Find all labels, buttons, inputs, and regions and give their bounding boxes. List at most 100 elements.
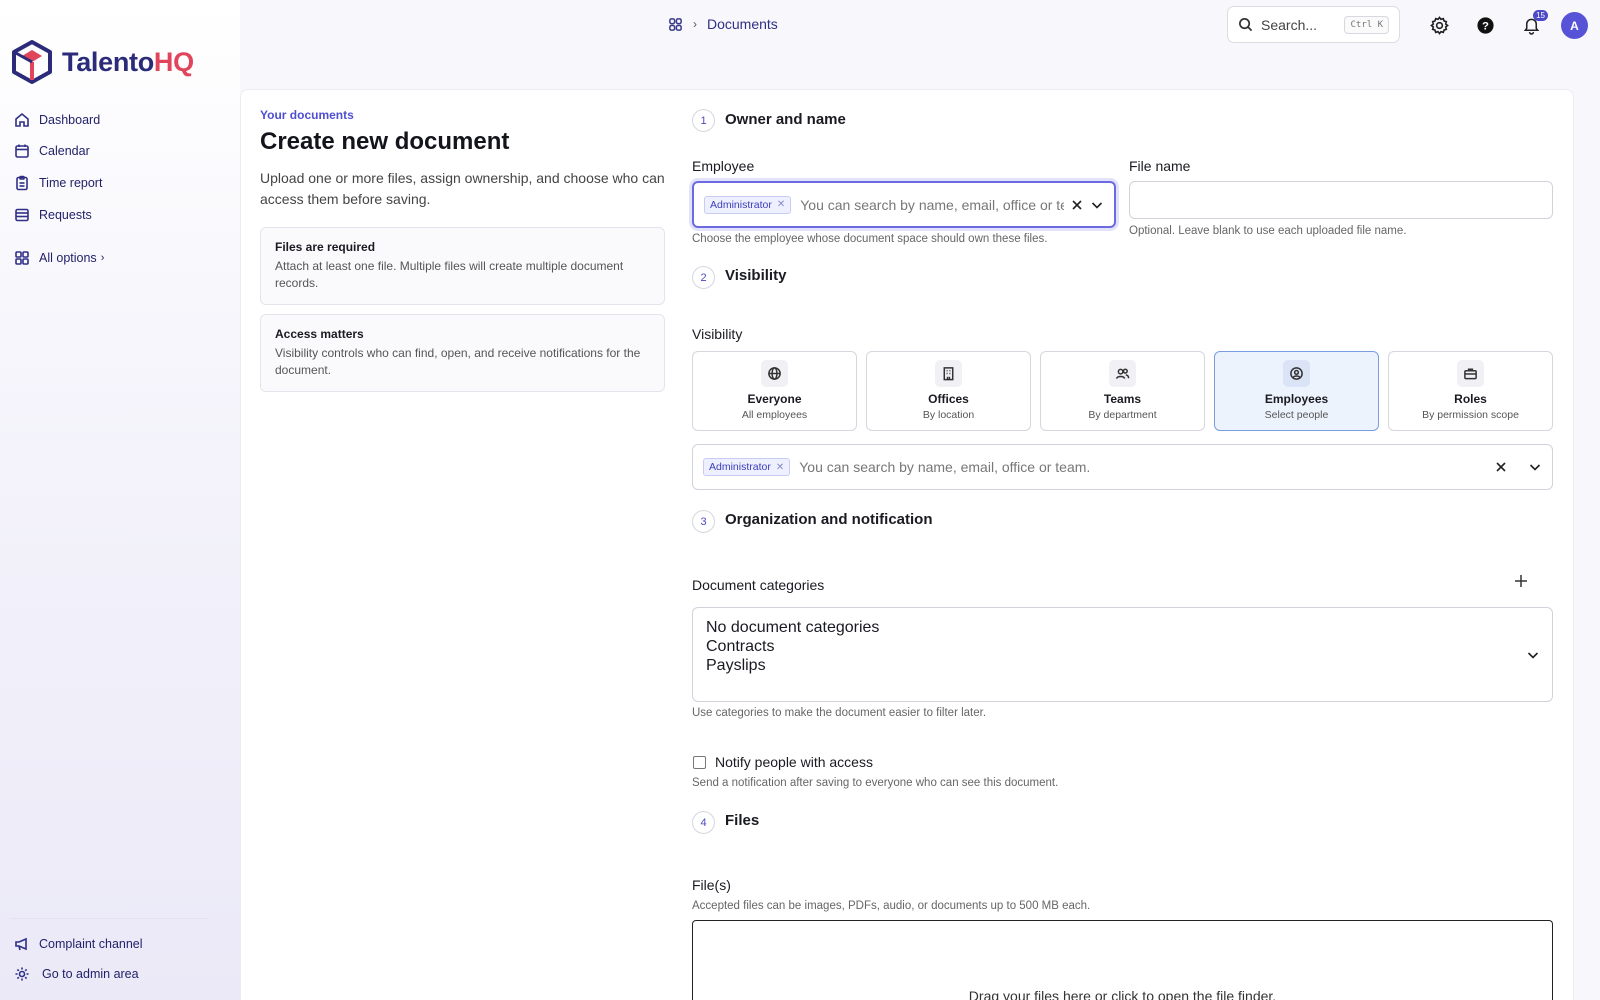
- sidebar-item-calendar[interactable]: Calendar: [14, 143, 90, 159]
- globe-icon: [768, 367, 781, 380]
- apps-grid-icon[interactable]: [668, 17, 683, 32]
- search-placeholder: Search...: [1261, 16, 1318, 33]
- visibility-option-offices[interactable]: Offices By location: [866, 351, 1031, 431]
- option-title: Offices: [928, 392, 969, 406]
- tag-label: Administrator: [710, 198, 772, 211]
- employee-select[interactable]: Administrator ✕ You can search by name, e…: [692, 181, 1116, 228]
- chevron-down-icon: [1529, 464, 1541, 471]
- notify-label[interactable]: Notify people with access: [715, 754, 873, 770]
- step-number: 3: [692, 510, 715, 533]
- step-title-owner: Owner and name: [725, 111, 846, 128]
- files-label: File(s): [692, 877, 731, 893]
- categories-label: Document categories: [692, 577, 825, 593]
- category-option[interactable]: Contracts: [706, 637, 1539, 656]
- sidebar-item-complaint-channel[interactable]: Complaint channel: [14, 936, 143, 952]
- dropdown-toggle[interactable]: [1528, 460, 1542, 474]
- help-button[interactable]: ?: [1474, 14, 1496, 36]
- visibility-search-input[interactable]: You can search by name, email, office or…: [799, 459, 1488, 475]
- remove-tag-icon[interactable]: ✕: [777, 199, 785, 210]
- option-subtitle: All employees: [741, 409, 808, 421]
- filename-input[interactable]: [1129, 181, 1553, 219]
- close-icon: [1496, 462, 1506, 472]
- brand-name: TalentoHQ: [62, 47, 194, 78]
- step-number: 2: [692, 266, 715, 289]
- page-title: Create new document: [260, 128, 510, 155]
- notifications-button[interactable]: 15: [1520, 10, 1548, 36]
- employee-tag: Administrator ✕: [704, 195, 792, 214]
- step-title-visibility: Visibility: [725, 267, 787, 284]
- gear-icon: [1429, 15, 1449, 35]
- logo-cube-icon: [12, 40, 52, 84]
- chevron-right-icon: ›: [693, 17, 697, 31]
- filename-label: File name: [1129, 158, 1191, 174]
- breadcrumb: › Documents: [668, 16, 778, 32]
- sidebar-item-requests[interactable]: Requests: [14, 207, 92, 223]
- plus-icon: [1515, 575, 1527, 587]
- tag-label: Administrator: [709, 461, 771, 473]
- megaphone-icon: [15, 937, 27, 951]
- sidebar-item-label: All options: [39, 251, 97, 265]
- sidebar-item-label: Dashboard: [39, 113, 101, 127]
- breadcrumb-current[interactable]: Documents: [707, 16, 778, 32]
- help-icon: ?: [1476, 16, 1494, 34]
- clear-button[interactable]: [1070, 198, 1084, 212]
- users-icon: [1115, 368, 1130, 379]
- sidebar-item-label: Requests: [39, 208, 92, 222]
- sidebar-item-label: Complaint channel: [39, 937, 143, 951]
- categories-hint: Use categories to make the document easi…: [692, 707, 987, 719]
- brand-name-part1: Talento: [62, 46, 154, 77]
- brand-logo[interactable]: TalentoHQ: [12, 40, 194, 84]
- home-icon: [15, 112, 29, 127]
- visibility-label: Visibility: [692, 326, 743, 342]
- sidebar-item-label: Time report: [39, 176, 103, 190]
- dropdown-toggle[interactable]: [1090, 198, 1104, 212]
- option-subtitle: Select people: [1264, 409, 1329, 421]
- employee-search-input[interactable]: You can search by name, email, office or…: [800, 197, 1064, 213]
- option-title: Roles: [1454, 392, 1487, 406]
- sidebar-item-label: Go to admin area: [42, 967, 139, 981]
- sidebar-item-all-options[interactable]: All options ›: [14, 250, 104, 266]
- step-title-files: Files: [725, 812, 760, 829]
- brand-name-part2: HQ: [153, 46, 194, 77]
- categories-listbox[interactable]: No document categories Contracts Payslip…: [692, 607, 1553, 702]
- filename-hint: Optional. Leave blank to use each upload…: [1129, 225, 1407, 237]
- global-search[interactable]: Search... Ctrl K: [1227, 6, 1400, 43]
- settings-button[interactable]: [1428, 14, 1450, 36]
- category-option[interactable]: No document categories: [706, 618, 1539, 637]
- sidebar: TalentoHQ Dashboard Calendar Time report…: [0, 0, 240, 1000]
- close-icon: [1072, 199, 1082, 210]
- visibility-employee-select[interactable]: Administrator ✕ You can search by name, e…: [692, 444, 1553, 490]
- info-box-text: Visibility controls who can find, open, …: [275, 346, 641, 377]
- clipboard-icon: [16, 175, 28, 191]
- intro-panel: Your documents Create new document Uploa…: [260, 108, 665, 392]
- notify-checkbox[interactable]: [693, 756, 706, 769]
- visibility-tag: Administrator ✕: [703, 458, 791, 476]
- gear-icon: [15, 967, 29, 981]
- search-shortcut: Ctrl K: [1344, 15, 1389, 34]
- employee-label: Employee: [692, 158, 755, 174]
- visibility-option-employees[interactable]: Employees Select people: [1214, 351, 1379, 431]
- visibility-option-everyone[interactable]: Everyone All employees: [692, 351, 857, 431]
- option-title: Everyone: [747, 392, 802, 406]
- category-option[interactable]: Payslips: [706, 656, 1539, 675]
- clear-button[interactable]: [1494, 460, 1508, 474]
- add-category-button[interactable]: [1513, 573, 1529, 589]
- remove-tag-icon[interactable]: ✕: [776, 462, 784, 473]
- page-subtitle: Upload one or more files, assign ownersh…: [260, 170, 665, 207]
- list-icon: [15, 208, 29, 222]
- file-dropzone[interactable]: Drag your files here or click to open th…: [692, 920, 1553, 1000]
- chevron-down-icon: [1091, 201, 1103, 209]
- avatar[interactable]: A: [1561, 12, 1588, 39]
- files-hint: Accepted files can be images, PDFs, audi…: [692, 900, 1091, 912]
- briefcase-icon: [1464, 368, 1477, 380]
- grid-icon: [15, 251, 29, 265]
- visibility-option-roles[interactable]: Roles By permission scope: [1388, 351, 1553, 431]
- sidebar-divider: [10, 918, 208, 919]
- sidebar-item-time-report[interactable]: Time report: [14, 175, 102, 191]
- sidebar-item-dashboard[interactable]: Dashboard: [14, 112, 100, 128]
- step-number: 1: [692, 109, 715, 132]
- sidebar-item-admin-area[interactable]: Go to admin area: [14, 966, 139, 982]
- visibility-option-teams[interactable]: Teams By department: [1040, 351, 1205, 431]
- building-icon: [943, 367, 954, 381]
- option-title: Employees: [1264, 392, 1329, 406]
